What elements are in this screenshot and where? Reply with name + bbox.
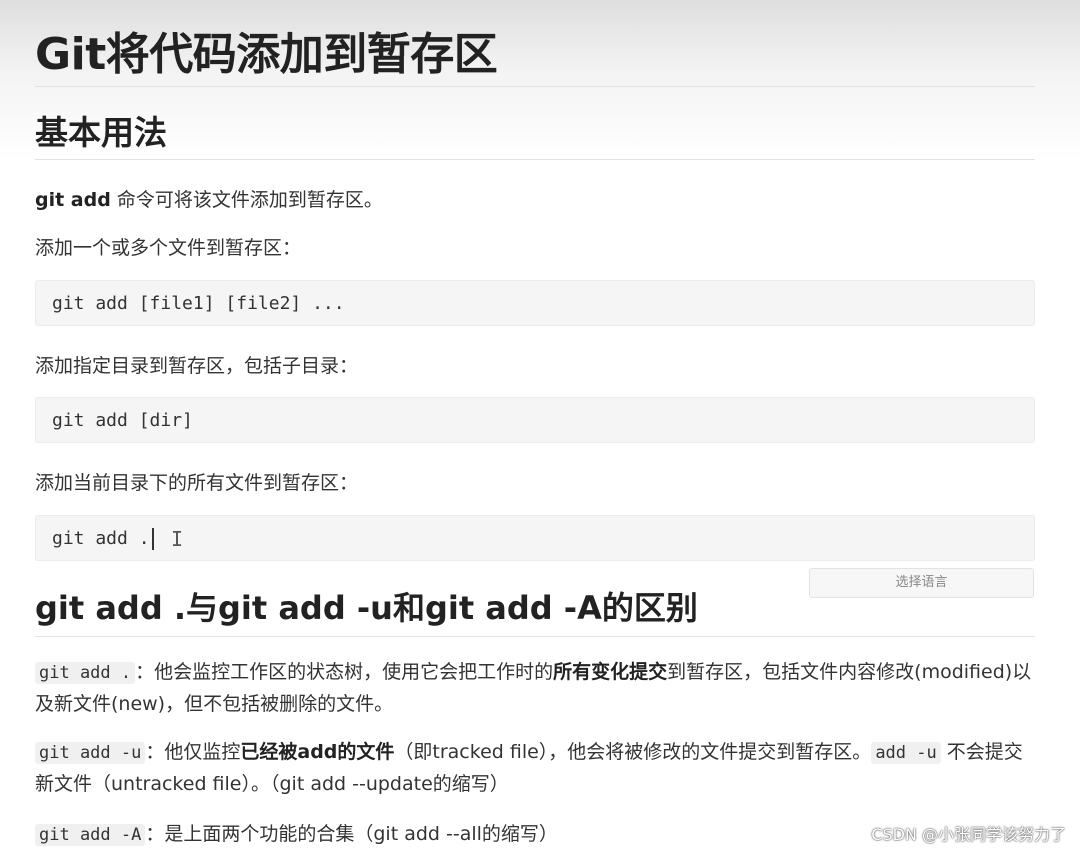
paragraph-add-files: 添加一个或多个文件到暂存区： bbox=[35, 237, 302, 259]
inline-code: git add -u bbox=[35, 742, 146, 764]
bold-text: 已经被add的文件 bbox=[240, 741, 395, 763]
section-divider bbox=[35, 636, 1035, 637]
text: （即tracked file），他会将被修改的文件提交到暂存区。 bbox=[394, 741, 872, 763]
watermark: CSDN @小张同学该努力了 bbox=[871, 825, 1066, 844]
code-block-add-dir[interactable]: git add [dir] bbox=[35, 397, 1035, 443]
paragraph-git-add-u: git add -u ：他仅监控已经被add的文件（即tracked file），… bbox=[35, 737, 1035, 800]
paragraph-git-add-A: git add -A ：是上面两个功能的合集（git add --all的缩写） bbox=[35, 819, 558, 846]
text: ：是上面两个功能的合集（git add --all的缩写） bbox=[145, 823, 558, 845]
intro-paragraph: git add 命令可将该文件添加到暂存区。 bbox=[35, 185, 383, 212]
title-divider bbox=[35, 86, 1035, 87]
ibeam-cursor-icon: I bbox=[171, 527, 184, 551]
paragraph-git-add-dot: git add . ：他会监控工作区的状态树，使用它会把工作时的所有变化提交到暂存… bbox=[35, 657, 1035, 720]
text: ：他会监控工作区的状态树，使用它会把工作时的 bbox=[135, 661, 554, 683]
text: ：他仅监控 bbox=[145, 741, 241, 763]
page-title: Git将代码添加到暂存区 bbox=[35, 29, 498, 80]
code-text: git add [file1] [file2] ... bbox=[52, 293, 345, 314]
inline-code: git add . bbox=[35, 662, 136, 684]
intro-text: 命令可将该文件添加到暂存区。 bbox=[110, 189, 383, 211]
paragraph-add-all: 添加当前目录下的所有文件到暂存区： bbox=[35, 472, 359, 494]
section-heading-basic-usage: 基本用法 bbox=[35, 113, 167, 152]
code-block-add-files[interactable]: git add [file1] [file2] ... bbox=[35, 280, 1035, 326]
inline-code: git add -A bbox=[35, 824, 146, 846]
inline-code: add -u bbox=[871, 742, 941, 764]
language-select-button[interactable]: 选择语言 bbox=[809, 568, 1034, 598]
code-block-add-all[interactable]: git add . I bbox=[35, 515, 1035, 561]
code-text: git add [dir] bbox=[52, 410, 193, 431]
section-heading-differences: git add .与git add -u和git add -A的区别 bbox=[35, 589, 698, 627]
intro-command: git add bbox=[35, 189, 111, 211]
section-divider bbox=[35, 159, 1035, 160]
bold-text: 所有变化提交 bbox=[553, 661, 668, 683]
code-text: git add . bbox=[52, 528, 150, 549]
paragraph-add-dir: 添加指定目录到暂存区，包括子目录： bbox=[35, 355, 359, 377]
text-caret bbox=[151, 528, 154, 550]
